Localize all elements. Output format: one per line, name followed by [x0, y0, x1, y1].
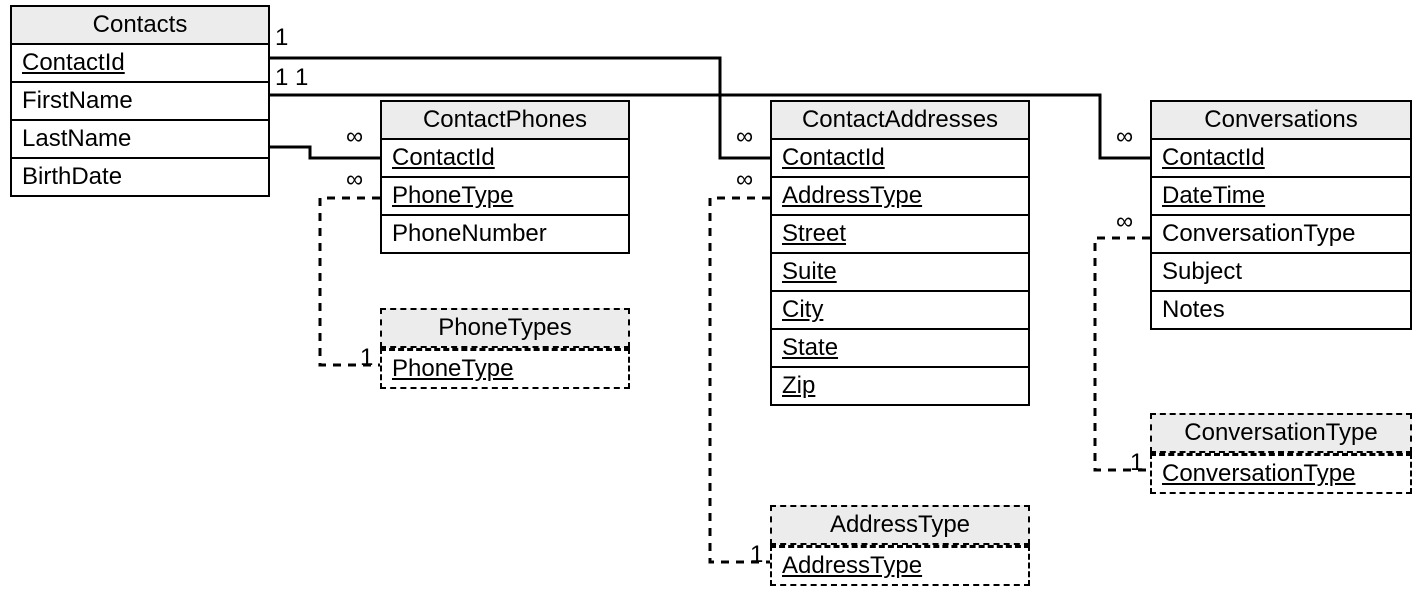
cardinality-many: ∞ [346, 125, 363, 149]
entity-conversations: Conversations ContactId DateTime Convers… [1150, 100, 1412, 330]
entity-field: State [770, 330, 1030, 368]
cardinality-one: 1 [275, 66, 288, 90]
entity-field: PhoneType [380, 348, 630, 389]
entity-title: Conversations [1150, 100, 1412, 140]
entity-field: City [770, 292, 1030, 330]
entity-field: Notes [1150, 292, 1412, 330]
entity-field: ContactId [1150, 140, 1412, 178]
entity-field: Subject [1150, 254, 1412, 292]
entity-field: ContactId [770, 140, 1030, 178]
cardinality-one: 1 [360, 346, 373, 370]
cardinality-one: 1 [750, 543, 763, 567]
entity-contact-phones: ContactPhones ContactId PhoneType PhoneN… [380, 100, 630, 254]
entity-title: PhoneTypes [380, 308, 630, 348]
cardinality-many: ∞ [1116, 210, 1133, 234]
entity-field: Suite [770, 254, 1030, 292]
cardinality-many: ∞ [1116, 125, 1133, 149]
entity-field: ConversationType [1150, 453, 1412, 494]
entity-title: ContactPhones [380, 100, 630, 140]
entity-field: ContactId [10, 45, 270, 83]
entity-field: FirstName [10, 83, 270, 121]
cardinality-many: ∞ [346, 168, 363, 192]
entity-title: AddressType [770, 505, 1030, 545]
entity-field: Zip [770, 368, 1030, 406]
entity-field: AddressType [770, 178, 1030, 216]
entity-phone-types: PhoneTypes PhoneType [380, 308, 630, 389]
entity-field: BirthDate [10, 159, 270, 197]
entity-field: PhoneNumber [380, 216, 630, 254]
entity-title: ContactAddresses [770, 100, 1030, 140]
entity-field: AddressType [770, 545, 1030, 586]
entity-field: DateTime [1150, 178, 1412, 216]
cardinality-one: 1 [295, 66, 308, 90]
entity-field: LastName [10, 121, 270, 159]
entity-contacts: Contacts ContactId FirstName LastName Bi… [10, 5, 270, 197]
cardinality-many: ∞ [736, 125, 753, 149]
entity-field: PhoneType [380, 178, 630, 216]
entity-contact-addresses: ContactAddresses ContactId AddressType S… [770, 100, 1030, 406]
entity-field: Street [770, 216, 1030, 254]
entity-address-type: AddressType AddressType [770, 505, 1030, 586]
entity-field: ConversationType [1150, 216, 1412, 254]
entity-title: Contacts [10, 5, 270, 45]
cardinality-one: 1 [275, 26, 288, 50]
entity-conversation-type: ConversationType ConversationType [1150, 413, 1412, 494]
entity-field: ContactId [380, 140, 630, 178]
cardinality-one: 1 [1130, 451, 1143, 475]
entity-title: ConversationType [1150, 413, 1412, 453]
cardinality-many: ∞ [736, 168, 753, 192]
